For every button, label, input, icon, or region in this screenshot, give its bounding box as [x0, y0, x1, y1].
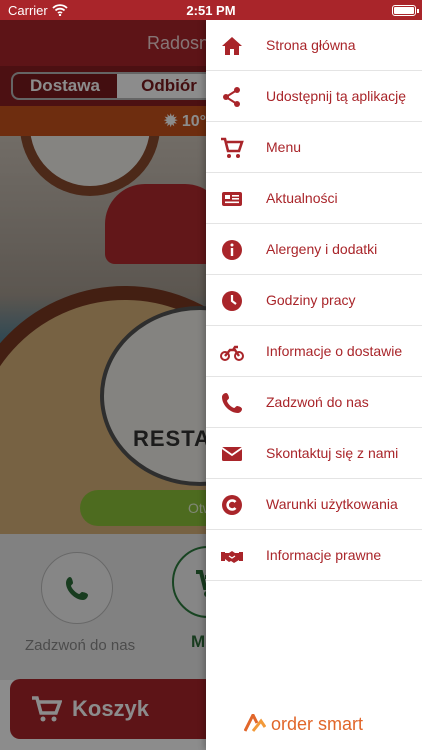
ordersmart-logo-icon	[244, 714, 266, 732]
menu-item-allergens[interactable]: Alergeny i dodatki	[206, 224, 422, 275]
side-menu-drawer: Strona główna Udostępnij tą aplikację Me…	[206, 20, 422, 750]
home-icon	[222, 37, 242, 55]
phone-icon	[222, 393, 242, 413]
menu-item-label: Informacje prawne	[266, 547, 382, 563]
brand-part-order: order	[271, 714, 314, 734]
brand-part-smart: smart	[318, 714, 364, 734]
ordersmart-logo: order smart	[244, 714, 363, 735]
clock-icon	[222, 291, 242, 311]
menu-item-label: Godziny pracy	[266, 292, 356, 308]
menu-item-home[interactable]: Strona główna	[206, 20, 422, 71]
menu-item-legal[interactable]: Informacje prawne	[206, 530, 422, 581]
menu-item-label: Strona główna	[266, 37, 356, 53]
drawer-overlay[interactable]	[0, 20, 206, 750]
copyright-icon	[222, 495, 242, 515]
menu-item-label: Informacje o dostawie	[266, 343, 403, 359]
menu-item-label: Alergeny i dodatki	[266, 241, 378, 257]
share-icon	[223, 87, 240, 107]
menu-item-label: Warunki użytkowania	[266, 496, 398, 512]
info-icon	[222, 240, 242, 260]
menu-item-contact[interactable]: Skontaktuj się z nami	[206, 428, 422, 479]
status-bar: Carrier 2:51 PM	[0, 0, 422, 20]
menu-item-label: Aktualności	[266, 190, 338, 206]
menu-item-news[interactable]: Aktualności	[206, 173, 422, 224]
news-icon	[222, 192, 242, 206]
menu-item-opening-hours[interactable]: Godziny pracy	[206, 275, 422, 326]
menu-item-label: Menu	[266, 139, 302, 155]
menu-item-label: Skontaktuj się z nami	[266, 445, 399, 461]
handshake-icon	[221, 551, 243, 563]
cart-icon	[221, 137, 244, 158]
motorcycle-icon	[220, 345, 244, 361]
menu-item-delivery-info[interactable]: Informacje o dostawie	[206, 326, 422, 377]
menu-item-terms[interactable]: Warunki użytkowania	[206, 479, 422, 530]
menu-item-menu[interactable]: Menu	[206, 122, 422, 173]
envelope-icon	[221, 447, 243, 461]
clock: 2:51 PM	[186, 3, 236, 18]
menu-item-label: Udostępnij tą aplikację	[266, 88, 407, 104]
menu-item-label: Zadzwoń do nas	[266, 394, 369, 410]
menu-item-call-us[interactable]: Zadzwoń do nas	[206, 377, 422, 428]
battery-icon	[392, 5, 419, 16]
menu-item-share[interactable]: Udostępnij tą aplikację	[206, 71, 422, 122]
